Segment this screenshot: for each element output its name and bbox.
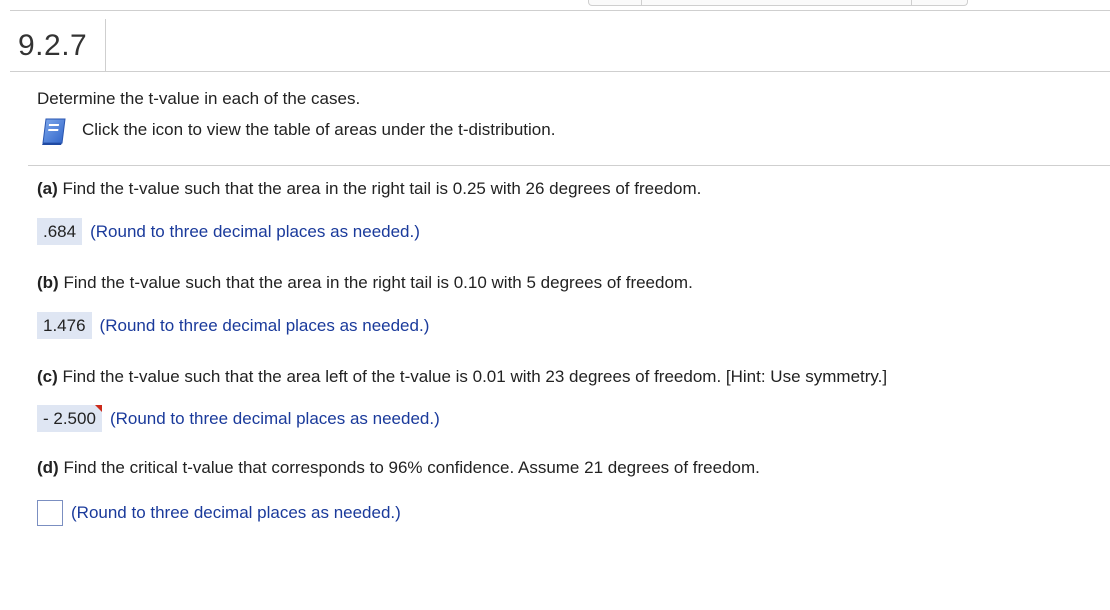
answer-d-hint: (Round to three decimal places as needed… (71, 503, 401, 522)
header-divider (105, 19, 106, 71)
top-tab-strip (588, 0, 968, 6)
answer-b-hint: (Round to three decimal places as needed… (99, 315, 430, 335)
answer-row-b: 1.476 (Round to three decimal places as … (37, 312, 429, 339)
question-c-text: Find the t-value such that the area left… (62, 367, 888, 386)
t-table-link[interactable]: Click the icon to view the table of area… (40, 116, 555, 146)
answer-b-field[interactable]: 1.476 (37, 312, 92, 339)
question-d-label: (d) (37, 458, 59, 477)
question-b-text: Find the t-value such that the area in t… (63, 273, 693, 292)
answer-c-hint: (Round to three decimal places as needed… (109, 408, 440, 428)
content-divider (28, 165, 1110, 166)
tab-divider (911, 0, 912, 5)
question-b: (b) Find the t-value such that the area … (37, 273, 693, 293)
table-link-label[interactable]: Click the icon to view the table of area… (82, 120, 555, 140)
answer-row-d: (Round to three decimal places as needed… (37, 500, 401, 526)
question-c-label: (c) (37, 367, 58, 386)
question-a: (a) Find the t-value such that the area … (37, 179, 701, 199)
instruction-text: Determine the t-value in each of the cas… (37, 89, 361, 108)
answer-a-field[interactable]: .684 (37, 218, 83, 245)
question-d: (d) Find the critical t-value that corre… (37, 458, 760, 478)
answer-row-a: .684 (Round to three decimal places as n… (37, 218, 420, 245)
question-a-text: Find the t-value such that the area in t… (62, 179, 702, 198)
question-d-text: Find the critical t-value that correspon… (63, 458, 760, 477)
tab-divider (641, 0, 642, 5)
question-c: (c) Find the t-value such that the area … (37, 367, 887, 387)
question-b-label: (b) (37, 273, 59, 292)
answer-row-c: - 2.500 (Round to three decimal places a… (37, 405, 440, 432)
answer-c-field[interactable]: - 2.500 (37, 405, 102, 432)
question-page: 9.2.7 Determine the t-value in each of t… (0, 0, 1110, 610)
answer-d-input[interactable] (37, 500, 63, 526)
section-number: 9.2.7 (18, 29, 88, 62)
book-icon[interactable] (40, 116, 70, 146)
answer-a-hint: (Round to three decimal places as needed… (90, 221, 420, 241)
question-header: 9.2.7 (10, 11, 1110, 71)
question-a-label: (a) (37, 179, 58, 198)
header-divider-line (10, 71, 1110, 72)
